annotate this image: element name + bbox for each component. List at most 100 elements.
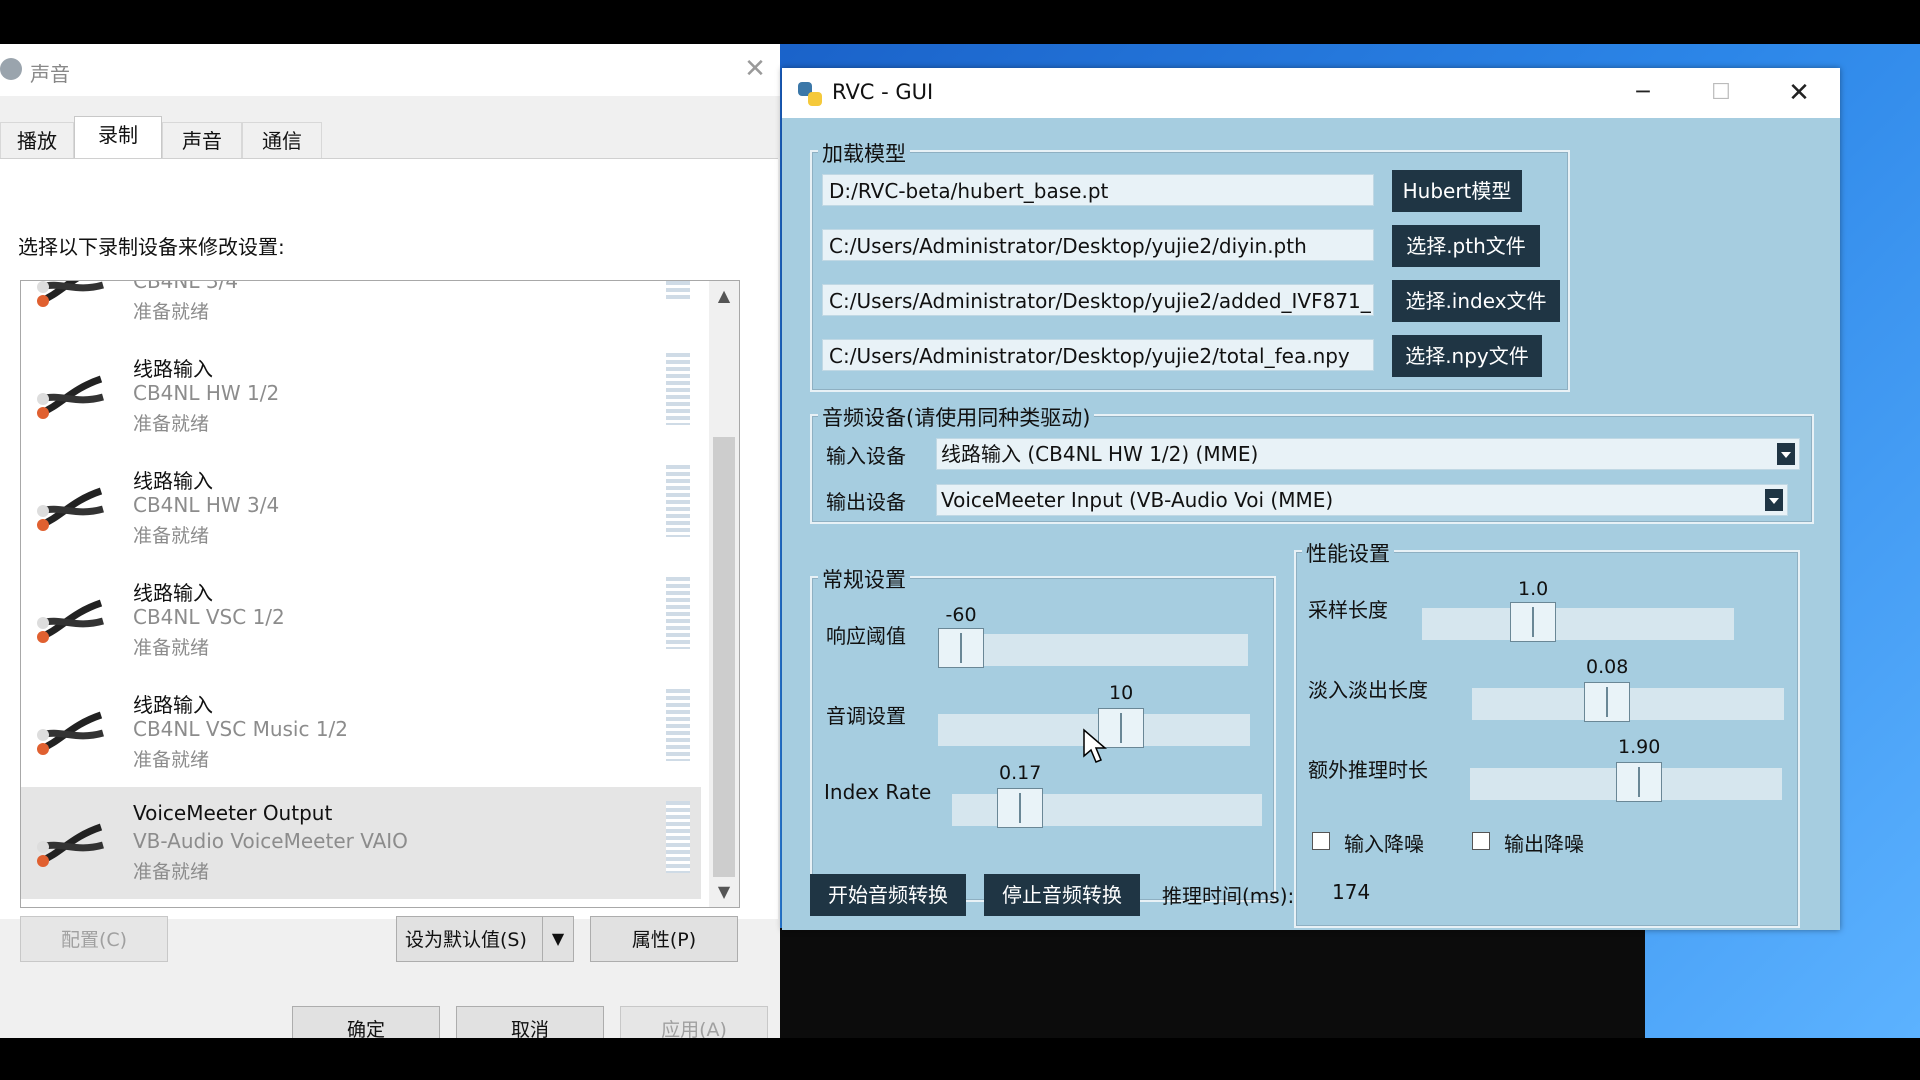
speaker-icon xyxy=(0,58,22,80)
set-default-label: 设为默认值(S) xyxy=(405,929,527,951)
select-index-button[interactable]: 选择.index文件 xyxy=(1392,280,1560,322)
device-name: 线路输入 xyxy=(133,581,213,605)
level-meter xyxy=(666,281,690,301)
sample-length-slider[interactable] xyxy=(1422,602,1734,642)
sound-tabs: 播放 录制 声音 通信 xyxy=(0,116,780,159)
performance-settings-label: 性能设置 xyxy=(1302,538,1394,568)
dropdown-arrow-icon[interactable]: ▼ xyxy=(542,917,573,961)
audio-device-label: 音频设备(请使用同种类驱动) xyxy=(818,402,1095,432)
output-device-label: 输出设备 xyxy=(826,490,906,514)
rca-cable-icon xyxy=(37,487,104,531)
level-meter xyxy=(666,353,690,425)
output-device-value: VoiceMeeter Input (VB-Audio Voi (MME) xyxy=(941,488,1334,512)
fade-length-slider[interactable] xyxy=(1472,682,1784,722)
device-subtitle: CB4NL 3/4 xyxy=(133,280,239,293)
chevron-up-icon[interactable]: ▲ xyxy=(709,281,739,311)
output-device-select[interactable]: VoiceMeeter Input (VB-Audio Voi (MME) xyxy=(936,484,1788,516)
hubert-button[interactable]: Hubert模型 xyxy=(1392,170,1522,212)
level-meter xyxy=(666,689,690,761)
sound-title: 声音 xyxy=(30,62,70,86)
level-meter xyxy=(666,465,690,537)
rvc-window: RVC - GUI ─ ☐ ✕ 加载模型 D:/RVC-beta/hubert_… xyxy=(782,68,1840,930)
screen-bottom-bar xyxy=(0,1038,1920,1080)
configure-button[interactable]: 配置(C) xyxy=(20,916,168,962)
sample-length-label: 采样长度 xyxy=(1308,598,1388,622)
inference-time-label: 推理时间(ms): xyxy=(1162,884,1295,908)
console-window xyxy=(780,928,1645,1038)
rca-cable-icon xyxy=(37,375,104,419)
select-pth-button[interactable]: 选择.pth文件 xyxy=(1392,225,1540,267)
threshold-value: -60 xyxy=(945,604,977,626)
select-device-prompt: 选择以下录制设备来修改设置: xyxy=(18,235,285,259)
device-name: 线路输入 xyxy=(133,469,213,493)
tab-recording[interactable]: 录制 xyxy=(74,116,162,159)
index-rate-value: 0.17 xyxy=(999,762,1042,784)
recording-device-list[interactable]: CB4NL 3/4 准备就绪 线路输入 CB4NL HW 1/2 准备就绪 线路… xyxy=(20,280,740,908)
rvc-titlebar: RVC - GUI ─ ☐ ✕ xyxy=(782,68,1840,118)
chevron-down-icon[interactable] xyxy=(1777,443,1795,465)
device-list-scrollbar[interactable]: ▲ ▼ xyxy=(709,281,739,907)
extra-time-slider-handle[interactable] xyxy=(1616,762,1662,802)
device-status: 准备就绪 xyxy=(133,861,210,883)
input-noise-label: 输入降噪 xyxy=(1344,832,1424,856)
index-rate-slider-handle[interactable] xyxy=(997,788,1043,828)
extra-time-value: 1.90 xyxy=(1618,736,1661,758)
device-name: 线路输入 xyxy=(133,693,213,717)
index-path-input[interactable]: C:/Users/Administrator/Desktop/yujie2/ad… xyxy=(822,284,1374,316)
close-icon[interactable]: ✕ xyxy=(1760,68,1838,118)
start-conversion-button[interactable]: 开始音频转换 xyxy=(810,874,966,916)
threshold-slider-handle[interactable] xyxy=(938,628,984,668)
rca-cable-icon xyxy=(37,823,104,867)
list-item[interactable]: VoiceMeeter Output VB-Audio VoiceMeeter … xyxy=(21,787,701,899)
set-default-button[interactable]: 设为默认值(S) ▼ xyxy=(396,916,574,962)
chevron-down-icon[interactable] xyxy=(1765,489,1783,511)
list-item[interactable]: 线路输入 CB4NL HW 3/4 准备就绪 xyxy=(21,451,701,563)
device-status: 准备就绪 xyxy=(133,749,210,771)
fade-length-value: 0.08 xyxy=(1586,656,1629,678)
index-rate-slider[interactable] xyxy=(952,788,1262,828)
properties-button[interactable]: 属性(P) xyxy=(590,916,738,962)
select-npy-button[interactable]: 选择.npy文件 xyxy=(1392,335,1542,377)
sound-titlebar: 声音 ✕ xyxy=(0,44,780,96)
npy-path-input[interactable]: C:/Users/Administrator/Desktop/yujie2/to… xyxy=(822,339,1374,371)
pitch-label: 音调设置 xyxy=(826,704,906,728)
output-noise-label: 输出降噪 xyxy=(1504,832,1584,856)
device-name: 线路输入 xyxy=(133,357,213,381)
rca-cable-icon xyxy=(37,711,104,755)
device-subtitle: CB4NL VSC 1/2 xyxy=(133,605,285,629)
chevron-down-icon[interactable]: ▼ xyxy=(709,877,739,907)
tab-communications[interactable]: 通信 xyxy=(242,122,322,159)
device-status: 准备就绪 xyxy=(133,413,210,435)
list-item[interactable]: 线路输入 CB4NL VSC Music 1/2 准备就绪 xyxy=(21,675,701,787)
input-device-value: 线路输入 (CB4NL HW 1/2) (MME) xyxy=(941,442,1259,466)
hubert-path-input[interactable]: D:/RVC-beta/hubert_base.pt xyxy=(822,174,1374,206)
list-item[interactable]: 线路输入 CB4NL VSC 1/2 准备就绪 xyxy=(21,563,701,675)
minimize-icon[interactable]: ─ xyxy=(1604,68,1682,118)
scrollbar-thumb[interactable] xyxy=(713,437,735,877)
stop-conversion-button[interactable]: 停止音频转换 xyxy=(984,874,1140,916)
level-meter xyxy=(666,801,690,873)
output-noise-checkbox[interactable] xyxy=(1472,832,1490,850)
maximize-icon[interactable]: ☐ xyxy=(1682,68,1760,118)
input-device-select[interactable]: 线路输入 (CB4NL HW 1/2) (MME) xyxy=(936,438,1800,470)
pth-path-input[interactable]: C:/Users/Administrator/Desktop/yujie2/di… xyxy=(822,229,1374,261)
tab-sounds[interactable]: 声音 xyxy=(162,122,242,159)
close-icon[interactable]: ✕ xyxy=(738,52,772,86)
sample-length-slider-handle[interactable] xyxy=(1510,602,1556,642)
device-name: VoiceMeeter Output xyxy=(133,801,333,825)
extra-time-slider[interactable] xyxy=(1470,762,1782,802)
device-status: 准备就绪 xyxy=(133,301,210,323)
input-noise-checkbox[interactable] xyxy=(1312,832,1330,850)
rvc-title: RVC - GUI xyxy=(832,80,934,104)
input-device-label: 输入设备 xyxy=(826,444,906,468)
threshold-slider[interactable] xyxy=(938,628,1248,668)
list-item[interactable]: CB4NL 3/4 准备就绪 xyxy=(21,280,701,339)
device-subtitle: CB4NL HW 3/4 xyxy=(133,493,280,517)
list-item[interactable]: 线路输入 CB4NL HW 1/2 准备就绪 xyxy=(21,339,701,451)
tab-playback[interactable]: 播放 xyxy=(0,122,74,159)
fade-length-slider-handle[interactable] xyxy=(1584,682,1630,722)
inference-time-value: 174 xyxy=(1332,880,1371,904)
mouse-cursor-icon xyxy=(1083,728,1108,763)
level-meter xyxy=(666,577,690,649)
sound-dialog: 声音 ✕ 播放 录制 声音 通信 选择以下录制设备来修改设置: CB4NL 3/… xyxy=(0,44,780,1052)
